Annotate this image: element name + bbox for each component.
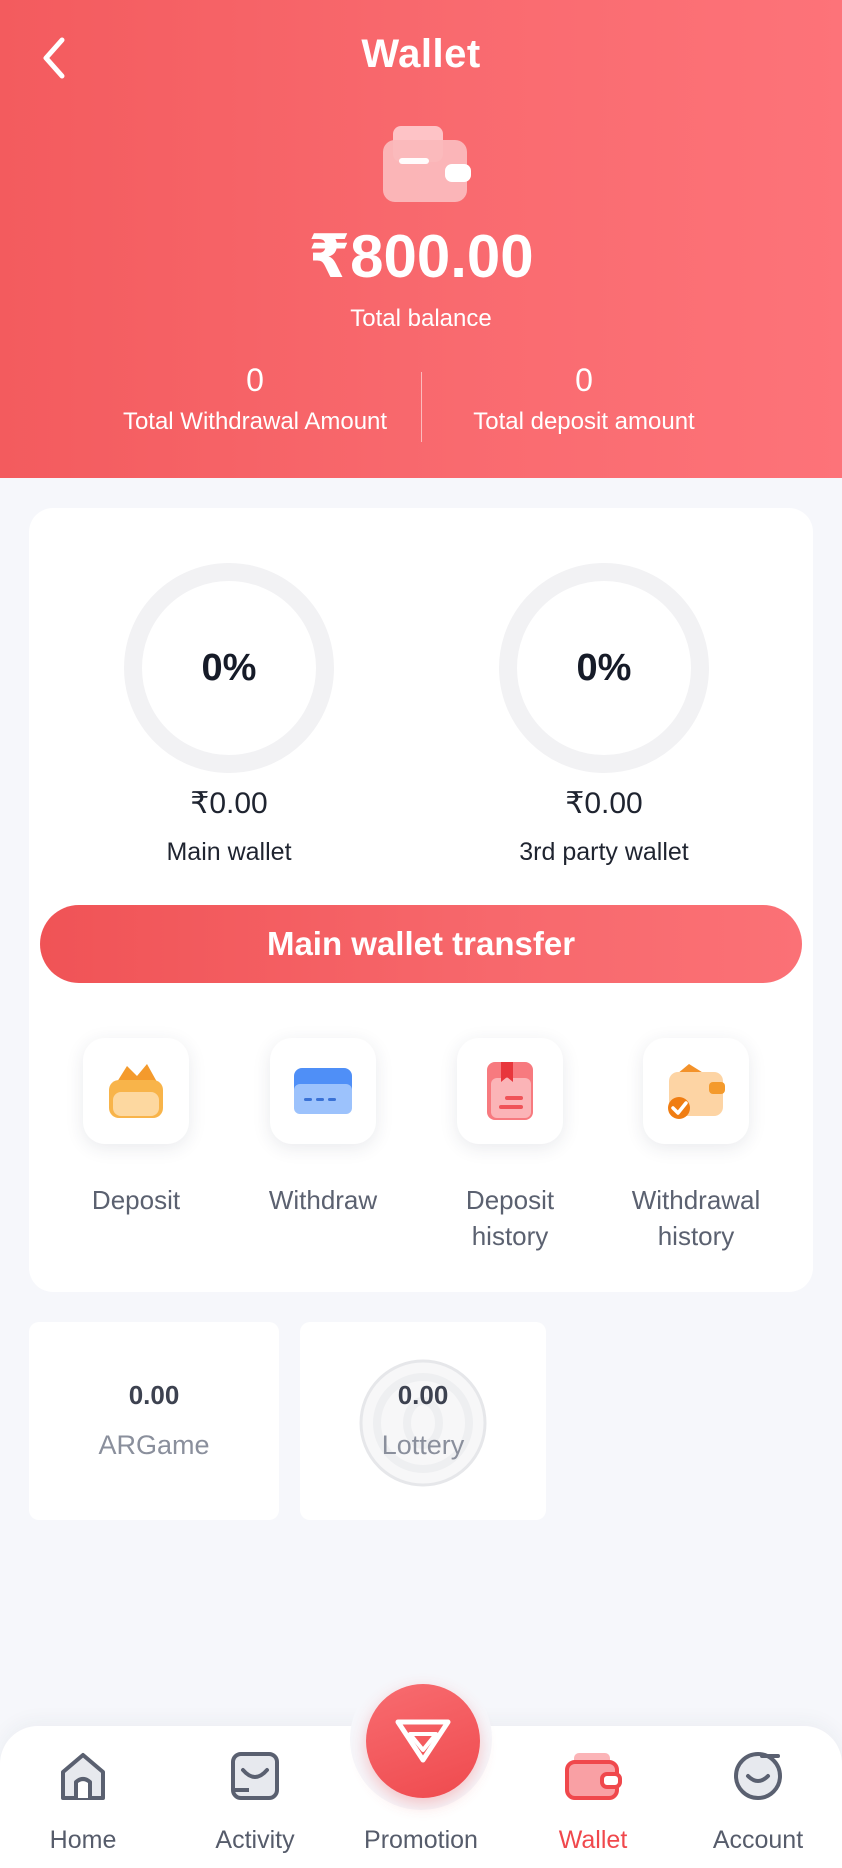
nav-home-label: Home [49,1826,117,1854]
withdraw-tile[interactable] [270,1038,376,1144]
diamond-icon [395,1719,451,1763]
wallet-icon [565,1753,622,1800]
deposit-history-icon [487,1062,533,1120]
third-party-wallet-percent: 0% [576,646,632,689]
promotion-fab-button[interactable] [366,1684,480,1798]
nav-home[interactable]: Home [8,1726,158,1868]
wallet-summary-card: 0% ₹0.00 Main wallet 0% ₹0.00 3rd party … [29,508,813,1292]
page-title: Wallet [361,32,481,76]
account-icon [734,1752,782,1800]
total-deposit-stat: 0 Total deposit amount [450,360,718,436]
withdrawal-history-icon [668,1064,725,1119]
argame-name: ARGame [98,1430,210,1460]
withdraw-action[interactable]: Withdraw [238,1038,408,1218]
main-wallet-amount: ₹0.00 [190,787,268,820]
lottery-wallet-tile[interactable]: 0.00 Lottery [300,1322,546,1520]
argame-amount: 0.00 [128,1380,180,1410]
nav-wallet-label: Wallet [558,1826,628,1854]
deposit-label: Deposit [91,1185,181,1215]
deposit-action[interactable]: Deposit [51,1038,221,1218]
withdraw-label: Withdraw [268,1185,378,1215]
argame-wallet-tile[interactable]: 0.00 ARGame [29,1322,279,1520]
third-party-wallet-progress-ring: 0% [496,560,712,776]
stat-divider [421,372,422,442]
deposit-history-label: Deposit history [465,1185,555,1251]
total-withdrawal-stat: 0 Total Withdrawal Amount [100,360,410,436]
deposit-history-tile[interactable] [457,1038,563,1144]
nav-promotion-label: Promotion [364,1826,478,1854]
total-withdrawal-label: Total Withdrawal Amount [122,408,388,435]
total-balance-label: Total balance [350,305,492,332]
withdrawal-history-label: Withdrawal history [631,1185,761,1251]
nav-wallet[interactable]: Wallet [518,1726,668,1868]
nav-account-label: Account [712,1826,804,1854]
nav-account[interactable]: Account [683,1726,833,1868]
activity-icon [231,1752,279,1800]
third-party-wallet-label: 3rd party wallet [519,838,689,866]
main-wallet-transfer-button[interactable]: Main wallet transfer [40,905,802,983]
wallet-header: Wallet ₹800.00 Total balance 0 Total Wit… [0,0,842,478]
nav-activity[interactable]: Activity [180,1726,330,1868]
nav-activity-label: Activity [215,1826,295,1854]
deposit-tile[interactable] [83,1038,189,1144]
wallet-icon [383,126,471,202]
third-party-wallet-amount: ₹0.00 [565,787,643,820]
total-withdrawal-value: 0 [246,362,264,398]
deposit-history-action[interactable]: Deposit history [425,1038,595,1254]
deposit-icon [109,1064,163,1118]
main-wallet-progress-ring: 0% [121,560,337,776]
withdrawal-history-action[interactable]: Withdrawal history [611,1038,781,1254]
lottery-ball-icon [359,1359,487,1487]
main-wallet-percent: 0% [201,646,257,689]
withdrawal-history-tile[interactable] [643,1038,749,1144]
lottery-name: Lottery [381,1430,465,1460]
main-wallet-label: Main wallet [166,838,292,866]
lottery-amount: 0.00 [397,1380,449,1410]
total-deposit-value: 0 [575,362,593,398]
home-icon [61,1753,105,1800]
total-balance-value: ₹800.00 [308,223,534,290]
withdraw-card-icon [294,1068,352,1114]
total-deposit-label: Total deposit amount [473,408,695,435]
